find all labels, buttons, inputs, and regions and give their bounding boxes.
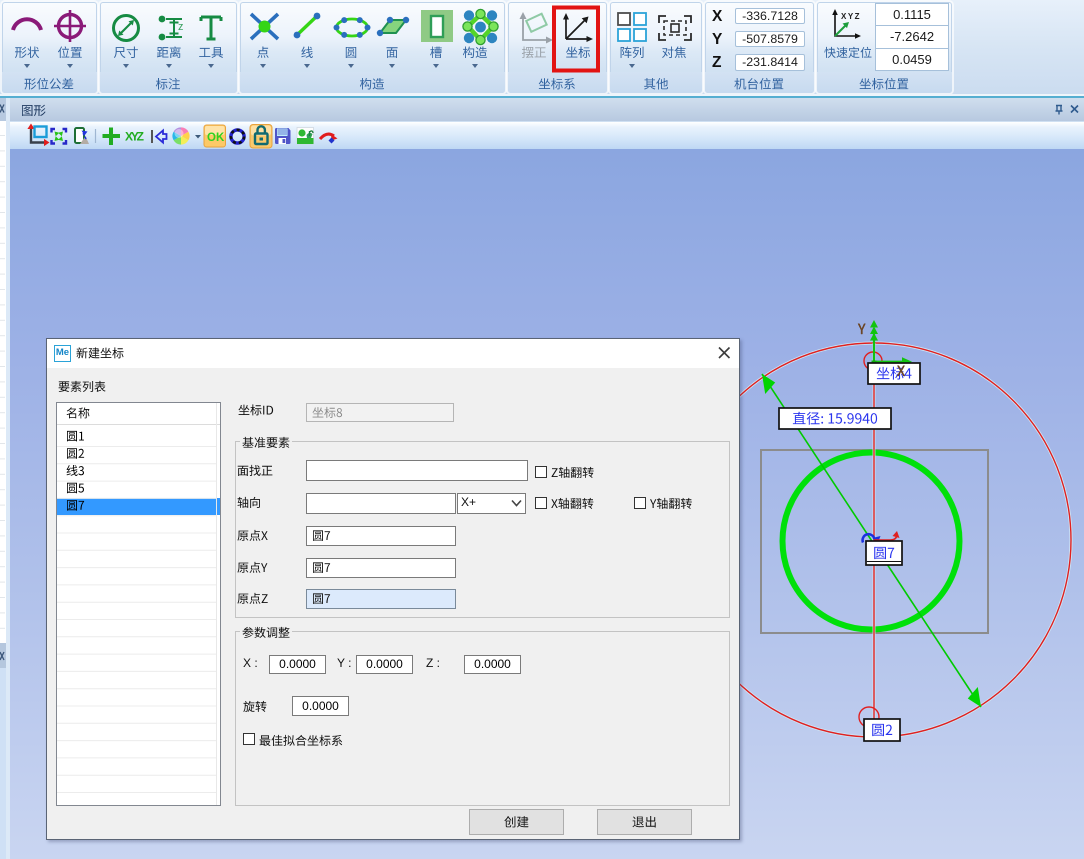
svg-text:XYZ: XYZ xyxy=(125,130,144,144)
svg-text:OK: OK xyxy=(207,132,225,144)
